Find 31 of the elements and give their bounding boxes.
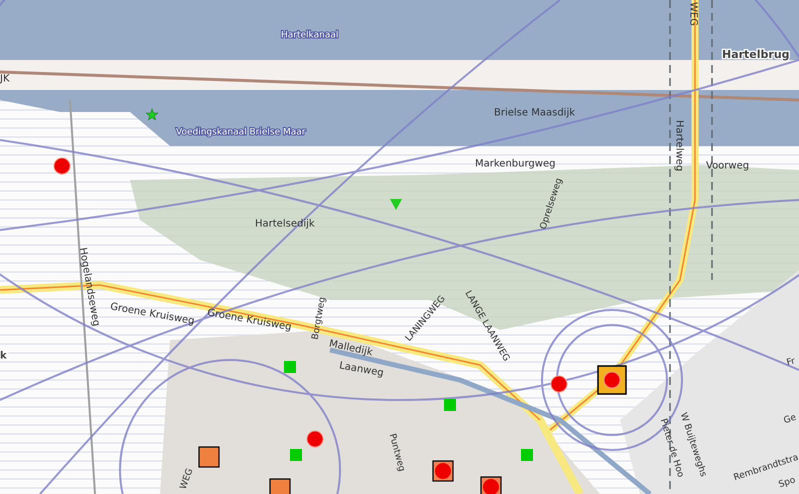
dot-marker[interactable] bbox=[54, 158, 70, 174]
street-label: Malledijk bbox=[328, 338, 374, 358]
street-label: Puntweg bbox=[386, 432, 406, 473]
small-square-marker[interactable] bbox=[284, 361, 296, 373]
triangle-marker[interactable] bbox=[390, 199, 402, 210]
dot-marker[interactable] bbox=[550, 376, 568, 392]
street-label: Markenburgweg bbox=[475, 158, 556, 170]
street-label: Brielse Maasdijk bbox=[494, 107, 576, 118]
place-label: k bbox=[0, 350, 7, 362]
street-label: Hartelsedijk bbox=[255, 218, 315, 230]
street-label: Spo bbox=[778, 475, 797, 490]
street-label: Groene Kruisweg bbox=[206, 307, 292, 334]
small-square-marker[interactable] bbox=[444, 399, 456, 411]
street-label: WEG bbox=[688, 2, 699, 26]
street-label: Fr bbox=[786, 356, 796, 368]
place-label: Hartelbrug bbox=[722, 48, 790, 61]
street-label: Hartelweg bbox=[674, 120, 685, 172]
dot-marker[interactable] bbox=[306, 430, 324, 448]
boxed-dot-marker[interactable] bbox=[432, 460, 454, 482]
small-square-marker[interactable] bbox=[521, 449, 533, 461]
street-label: Groene Kruisweg bbox=[109, 301, 196, 328]
boxed-dot-marker[interactable] bbox=[480, 476, 502, 494]
square-marker[interactable] bbox=[198, 446, 220, 468]
street-label: WEG bbox=[178, 467, 196, 491]
street-label: Ge bbox=[782, 412, 798, 426]
street-label: Voorweg bbox=[706, 160, 750, 172]
street-label: Laanweg bbox=[338, 360, 384, 380]
water-label: Hartelkanaal bbox=[281, 30, 338, 41]
small-square-marker[interactable] bbox=[290, 449, 302, 461]
water-label: Voedingskanaal Brielse Maar bbox=[176, 128, 306, 138]
star-marker[interactable] bbox=[145, 108, 159, 121]
